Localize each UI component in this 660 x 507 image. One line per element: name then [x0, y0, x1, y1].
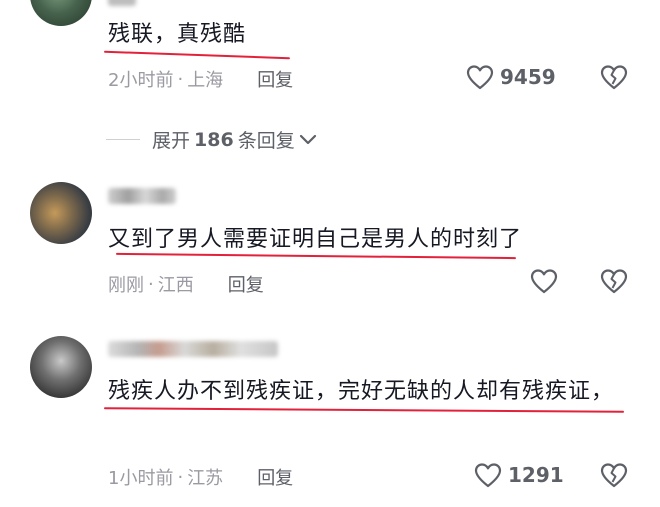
avatar[interactable]: [30, 336, 92, 398]
chevron-down-icon: [299, 129, 317, 151]
meta-separator: ·: [177, 466, 184, 488]
reply-button[interactable]: 回复: [228, 271, 264, 297]
comment-meta: 刚刚 · 江西 回复: [108, 271, 264, 297]
comment-text: 残联，真残酷: [108, 22, 247, 47]
comment-location: 江苏: [187, 468, 224, 489]
heart-outline-icon: [530, 268, 558, 294]
dislike-button[interactable]: [600, 268, 628, 294]
divider-line: [106, 139, 140, 140]
dislike-button[interactable]: [600, 462, 628, 488]
comment-time: 2小时前: [108, 70, 174, 91]
meta-separator: ·: [148, 273, 154, 295]
username-blurred[interactable]: [108, 0, 136, 6]
meta-separator: ·: [177, 68, 184, 90]
comment-location: 江西: [157, 275, 194, 296]
comment-time: 1小时前: [108, 468, 174, 489]
username-blurred[interactable]: [108, 188, 176, 204]
expand-replies-button[interactable]: 展开 186 条回复: [106, 126, 317, 153]
heart-outline-icon: [466, 64, 494, 90]
avatar[interactable]: [30, 182, 92, 244]
reply-button[interactable]: 回复: [257, 464, 293, 490]
dislike-button[interactable]: [600, 64, 628, 90]
comment-meta: 1小时前 · 江苏 回复: [108, 464, 293, 490]
like-button[interactable]: [530, 268, 558, 294]
reply-count: 186: [194, 128, 234, 151]
expand-prefix: 展开: [152, 130, 191, 152]
expand-suffix: 条回复: [237, 130, 295, 152]
comment-meta: 2小时前 · 上海 回复: [108, 66, 293, 92]
broken-heart-icon: [600, 268, 628, 294]
comment-text: 残疾人办不到残疾证，完好无缺的人却有残疾证，: [108, 379, 615, 404]
broken-heart-icon: [600, 64, 628, 90]
comment-time: 刚刚: [108, 275, 144, 296]
heart-outline-icon: [474, 462, 502, 488]
reply-button[interactable]: 回复: [257, 66, 293, 92]
avatar[interactable]: [30, 0, 92, 26]
like-count: 1291: [508, 463, 564, 487]
like-button[interactable]: 9459: [466, 64, 556, 90]
like-count: 9459: [500, 65, 556, 89]
username-blurred[interactable]: [108, 341, 278, 357]
broken-heart-icon: [600, 462, 628, 488]
comment-location: 上海: [187, 70, 224, 91]
like-button[interactable]: 1291: [474, 462, 564, 488]
